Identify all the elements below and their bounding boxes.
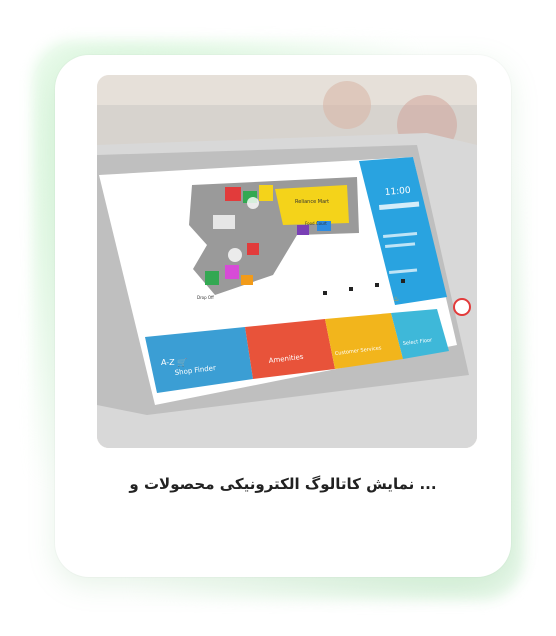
- nav-customer-services[interactable]: [325, 313, 403, 369]
- map-label-drop-off: Drop Off: [197, 295, 214, 300]
- feature-card[interactable]: 11:00 Reliance Mart Food Court Drop Off …: [55, 55, 511, 577]
- svg-text:♨: ♨: [393, 295, 399, 303]
- card-caption: ... نمایش کاتالوگ الکترونیکی محصولات و: [129, 475, 437, 493]
- kiosk-photo: 11:00 Reliance Mart Food Court Drop Off …: [97, 75, 477, 448]
- map-label-food-court: Food Court: [305, 221, 327, 226]
- nav-amenities[interactable]: [245, 319, 335, 379]
- logo-icon: [453, 298, 471, 316]
- kiosk-illustration: 11:00 Reliance Mart Food Court Drop Off …: [97, 75, 477, 448]
- map-label-reliance: Reliance Mart: [295, 199, 329, 205]
- svg-text:A-Z 🛒: A-Z 🛒: [161, 357, 187, 367]
